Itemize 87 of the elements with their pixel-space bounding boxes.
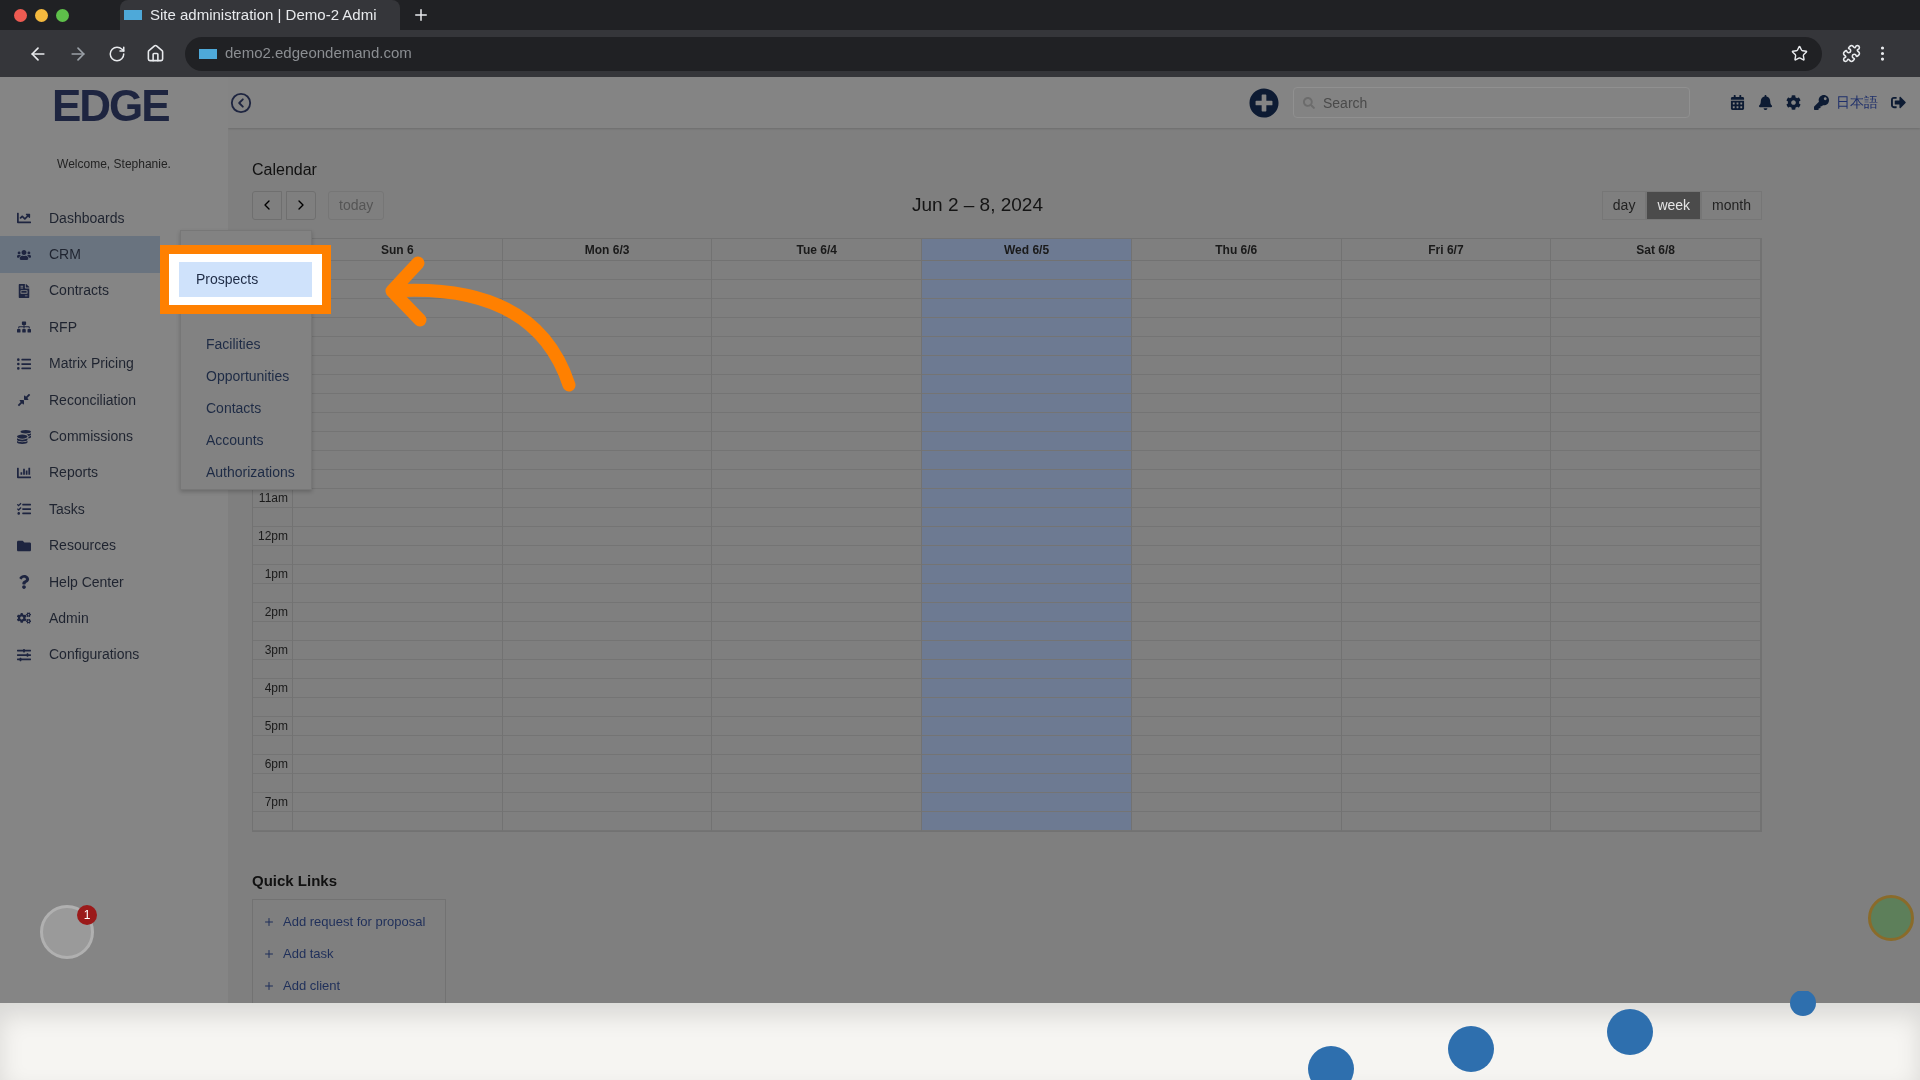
bookmark-star-icon[interactable] — [1791, 45, 1808, 62]
quick-link[interactable]: Add client — [253, 969, 445, 1002]
sidebar-item[interactable]: RFP — [0, 309, 160, 346]
time-label: 5pm — [264, 718, 288, 735]
sidebar-item[interactable]: Tasks — [0, 491, 160, 528]
close-window-icon[interactable] — [14, 8, 27, 22]
submenu-item[interactable]: Contacts — [181, 392, 311, 424]
key-icon[interactable] — [1814, 95, 1829, 110]
day-header: Mon 6/3 — [584, 241, 630, 259]
logout-icon[interactable] — [1891, 95, 1906, 110]
browser-tab[interactable]: Site administration | Demo-2 Admi — [120, 0, 400, 30]
previous-week-button[interactable] — [252, 190, 282, 220]
sidebar-item[interactable]: CRM — [0, 236, 160, 273]
sidebar-item[interactable]: Admin — [0, 600, 160, 637]
new-tab-icon[interactable] — [412, 6, 430, 24]
date-range: Jun 2 – 8, 2024 — [912, 192, 1043, 217]
time-label: 4pm — [264, 680, 288, 697]
maximize-window-icon[interactable] — [56, 8, 69, 22]
notification-count: 1 — [77, 905, 97, 925]
chart-line-icon — [17, 211, 31, 226]
view-toggle[interactable]: month — [1701, 190, 1762, 220]
collapse-sidebar-icon[interactable] — [230, 91, 252, 114]
sidebar-item[interactable]: Reconciliation — [0, 381, 160, 419]
sidebar-item[interactable]: Contracts — [0, 272, 160, 310]
sidebar-item[interactable]: Reports — [0, 454, 160, 492]
quick-link[interactable]: Add request for proposal — [253, 905, 445, 938]
day-header: Thu 6/6 — [1215, 241, 1258, 259]
time-label: 2pm — [264, 604, 288, 621]
view-toggle[interactable]: week — [1646, 190, 1702, 220]
bar-chart-icon — [17, 465, 31, 480]
search-field[interactable]: Search — [1293, 87, 1690, 118]
time-label: 6pm — [264, 756, 288, 773]
people-icon — [17, 247, 31, 262]
welcome-text: Welcome, Stephanie. — [57, 156, 171, 173]
bell-icon[interactable] — [1758, 95, 1773, 110]
day-header: Tue 6/4 — [796, 241, 838, 259]
address-bar[interactable]: demo2.edgeondemand.com — [185, 36, 1822, 71]
coins-icon — [17, 429, 31, 444]
sidebar-item[interactable]: Matrix Pricing — [0, 345, 160, 382]
calendar-title: Calendar — [252, 160, 318, 180]
time-label: 7pm — [264, 794, 288, 811]
sidebar-item[interactable]: Help Center — [0, 563, 160, 601]
sidebar-item[interactable]: Commissions — [0, 418, 160, 455]
folder-icon — [17, 538, 31, 553]
badge-avatar[interactable] — [40, 905, 94, 959]
day-header: Wed 6/5 — [1003, 241, 1050, 259]
edge-logo: EDGE — [52, 84, 169, 128]
day-header: Fri 6/7 — [1428, 241, 1464, 259]
sidebar-item[interactable]: Configurations — [0, 636, 160, 674]
submenu-item[interactable]: Facilities — [181, 328, 311, 360]
home-icon[interactable] — [146, 44, 165, 63]
reload-icon[interactable] — [108, 44, 126, 63]
language-link[interactable]: 日本語 — [1836, 92, 1878, 113]
day-header: Sun 6 — [381, 241, 414, 259]
view-toggle[interactable]: day — [1601, 190, 1647, 220]
time-label: 1pm — [264, 566, 288, 583]
sidebar-item[interactable]: Resources — [0, 527, 160, 564]
arrows-inward-icon — [17, 393, 31, 408]
extensions-icon[interactable] — [1842, 44, 1861, 63]
time-label: 12pm — [257, 528, 288, 545]
site-favicon — [124, 10, 142, 20]
submenu-item[interactable]: Accounts — [181, 424, 311, 456]
list-icon — [17, 356, 31, 371]
plus-icon — [263, 979, 275, 992]
sidebar-item[interactable]: Dashboards — [0, 200, 160, 237]
time-label: 11am — [258, 490, 288, 507]
minimize-window-icon[interactable] — [35, 8, 48, 22]
submenu-item[interactable]: Opportunities — [181, 360, 311, 392]
calendar-edit-icon — [17, 502, 31, 517]
time-label: 3pm — [264, 642, 288, 659]
question-mark-icon — [17, 575, 31, 590]
plus-icon — [263, 947, 275, 960]
sliders-icon — [17, 647, 31, 662]
calendar-icon[interactable] — [1730, 95, 1745, 110]
quick-link[interactable]: Add task — [253, 937, 445, 970]
submenu-item[interactable]: Authorizations — [181, 456, 311, 488]
gears-icon — [17, 611, 31, 626]
settings-icon[interactable] — [1786, 95, 1801, 110]
plus-icon — [263, 915, 275, 928]
hierarchy-icon — [17, 320, 31, 335]
site-favicon — [199, 48, 217, 59]
quick-links-title: Quick Links — [252, 871, 339, 891]
submenu-item[interactable]: Prospects — [179, 262, 312, 297]
document-icon — [17, 283, 31, 298]
add-icon[interactable] — [1249, 87, 1279, 118]
day-header: Sat 6/8 — [1636, 241, 1675, 259]
next-week-button[interactable] — [286, 190, 316, 220]
